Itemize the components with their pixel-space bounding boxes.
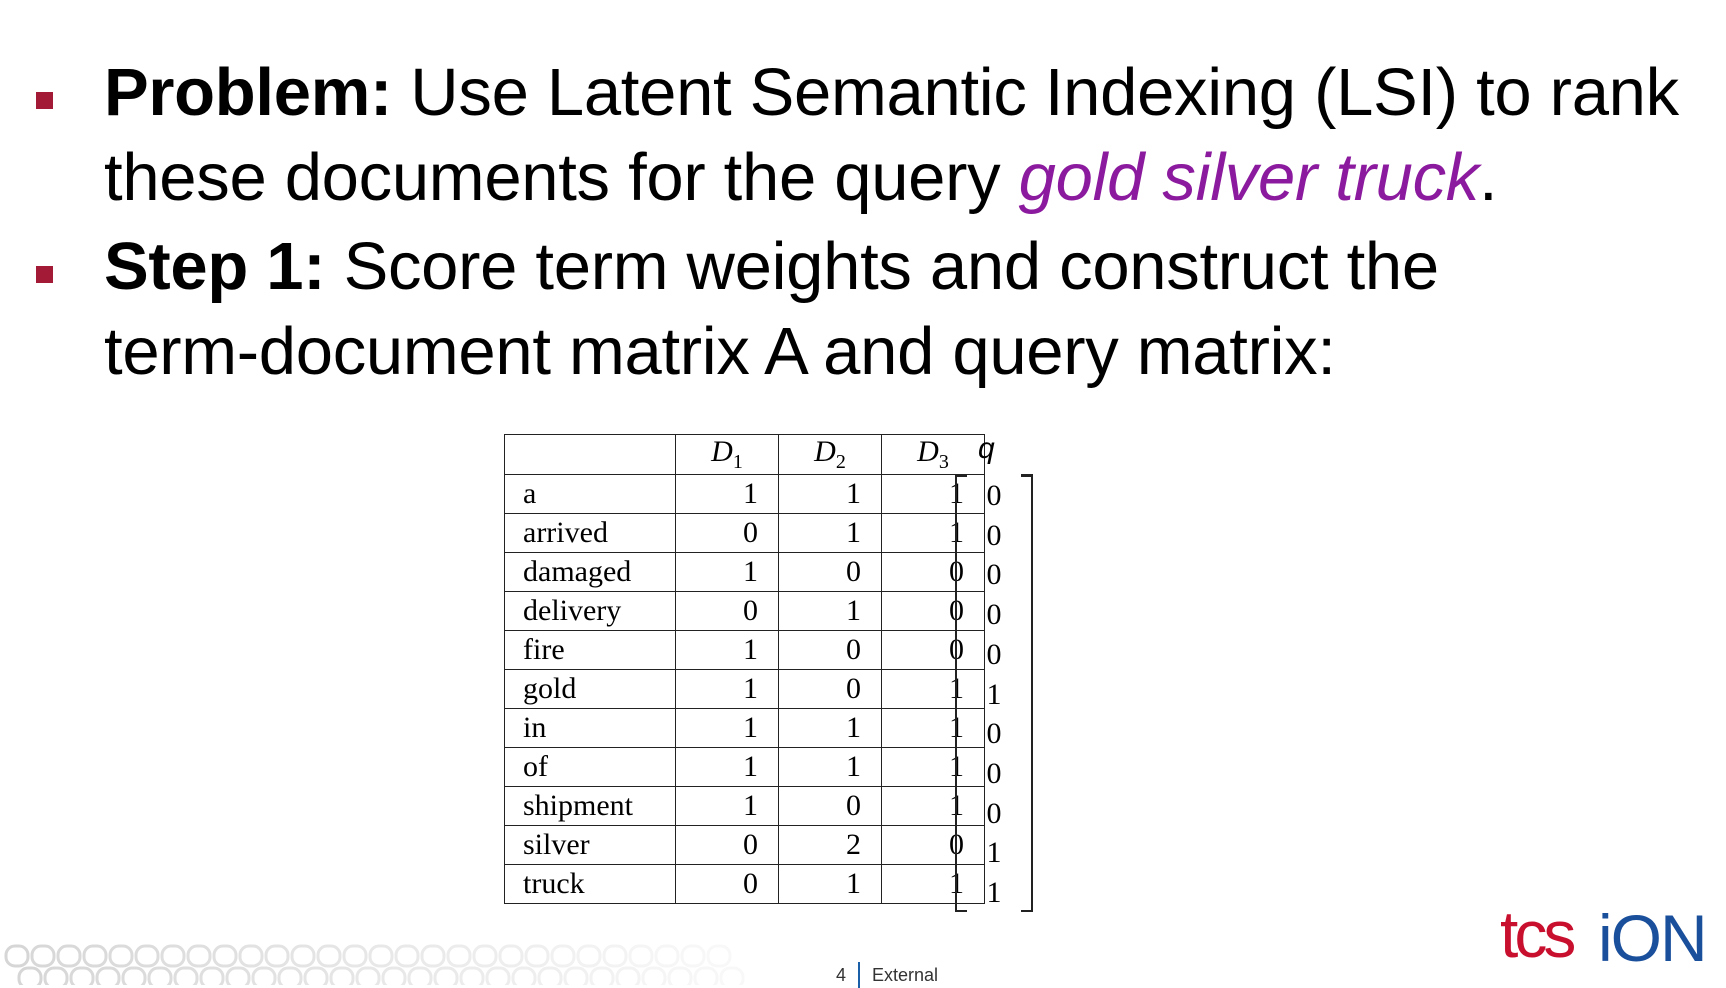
bullet-marker bbox=[36, 266, 53, 283]
d1-cell: 1 bbox=[675, 474, 779, 514]
query-vector-label: q bbox=[978, 432, 995, 465]
d2-cell: 1 bbox=[778, 474, 882, 514]
table-row: delivery 0 1 0 bbox=[504, 591, 985, 631]
d1-cell: 1 bbox=[675, 747, 779, 787]
d2-cell: 1 bbox=[778, 591, 882, 631]
query-vector-value: 0 bbox=[986, 518, 1002, 552]
term-cell: shipment bbox=[504, 786, 676, 826]
d2-cell: 0 bbox=[778, 786, 882, 826]
page-number: 4 bbox=[836, 964, 847, 985]
term-cell: gold bbox=[504, 669, 676, 709]
term-cell: a bbox=[504, 474, 676, 514]
table-row: damaged 1 0 0 bbox=[504, 552, 985, 592]
d1-cell: 1 bbox=[675, 630, 779, 670]
query-vector-value: 0 bbox=[986, 717, 1002, 751]
svg-text:tcs: tcs bbox=[1500, 897, 1574, 971]
matrix-corner-cell bbox=[504, 434, 676, 475]
d1-cell: 0 bbox=[675, 825, 779, 865]
matrix-header-row: D1 D2 D3 bbox=[504, 434, 985, 475]
d2-cell: 0 bbox=[778, 669, 882, 709]
doc-header-d1: D1 bbox=[675, 434, 779, 475]
doc-header-d2: D2 bbox=[778, 434, 882, 475]
query-vector-value: 0 bbox=[986, 637, 1002, 671]
doc-header-d3: D3 bbox=[881, 434, 985, 475]
table-row: a111 bbox=[504, 474, 985, 514]
table-row: of 1 1 1 bbox=[504, 747, 985, 787]
table-row: in 1 1 1 bbox=[504, 708, 985, 748]
d2-cell: 1 bbox=[778, 708, 882, 748]
query-text: gold silver truck bbox=[1018, 140, 1480, 215]
classification-label: External bbox=[872, 964, 939, 985]
d2-cell: 2 bbox=[778, 825, 882, 865]
query-vector-value: 0 bbox=[986, 479, 1002, 512]
term-cell: in bbox=[504, 708, 676, 748]
tcs-ion-logo: tcs iON bbox=[1500, 897, 1708, 975]
term-cell: arrived bbox=[504, 513, 676, 553]
table-row: arrived 0 1 1 bbox=[504, 513, 985, 553]
term-cell: delivery bbox=[504, 591, 676, 631]
term-cell: of bbox=[504, 747, 676, 787]
footer-divider bbox=[858, 962, 861, 988]
query-vector-value: 1 bbox=[986, 876, 1002, 909]
problem-label: Problem: bbox=[104, 55, 392, 130]
slide-footer: 4 External bbox=[836, 962, 938, 988]
d1-cell: 1 bbox=[675, 552, 779, 592]
step1-label: Step 1: bbox=[104, 229, 326, 304]
table-row: silver 0 2 0 bbox=[504, 825, 985, 865]
term-cell: truck bbox=[504, 864, 676, 904]
d1-cell: 0 bbox=[675, 591, 779, 631]
d1-cell: 1 bbox=[675, 786, 779, 826]
decorative-chain-pattern bbox=[4, 944, 745, 985]
d2-cell: 0 bbox=[778, 552, 882, 592]
d2-cell: 1 bbox=[778, 747, 882, 787]
term-cell: fire bbox=[504, 630, 676, 670]
d1-cell: 1 bbox=[675, 708, 779, 748]
d1-cell: 0 bbox=[675, 864, 779, 904]
svg-text:iON: iON bbox=[1598, 901, 1706, 975]
d1-cell: 1 bbox=[675, 669, 779, 709]
table-row: fire 1 0 0 bbox=[504, 630, 985, 670]
table-row: shipment 1 0 1 bbox=[504, 786, 985, 826]
table-row: gold 1 0 1 bbox=[504, 669, 985, 709]
query-vector-value: 0 bbox=[986, 756, 1002, 790]
query-vector: 0 0 0 0 0 1 0 0 0 1 1 bbox=[955, 474, 1033, 912]
d1-cell: 0 bbox=[675, 513, 779, 553]
query-vector-value: 1 bbox=[986, 836, 1002, 870]
d2-cell: 0 bbox=[778, 630, 882, 670]
step1-paragraph: Step 1: Score term weights and construct… bbox=[104, 224, 1524, 394]
term-document-matrix: D1 D2 D3 a 1 1 1 arrived 0 1 1 damaged 1 0 0 deliver… bbox=[504, 434, 985, 904]
d2-cell: 1 bbox=[778, 513, 882, 553]
problem-paragraph: Problem: Use Latent Semantic Indexing (L… bbox=[104, 50, 1704, 220]
table-row: truck 0 1 1 bbox=[504, 864, 985, 904]
query-vector-value: 0 bbox=[986, 558, 1002, 592]
bullet-marker bbox=[36, 92, 53, 109]
query-vector-value: 0 bbox=[986, 598, 1002, 632]
term-cell: silver bbox=[504, 825, 676, 865]
d2-cell: 1 bbox=[778, 864, 882, 904]
term-cell: damaged bbox=[504, 552, 676, 592]
problem-period: . bbox=[1478, 140, 1498, 215]
query-vector-value: 1 bbox=[986, 677, 1002, 711]
query-vector-value: 0 bbox=[986, 796, 1002, 830]
